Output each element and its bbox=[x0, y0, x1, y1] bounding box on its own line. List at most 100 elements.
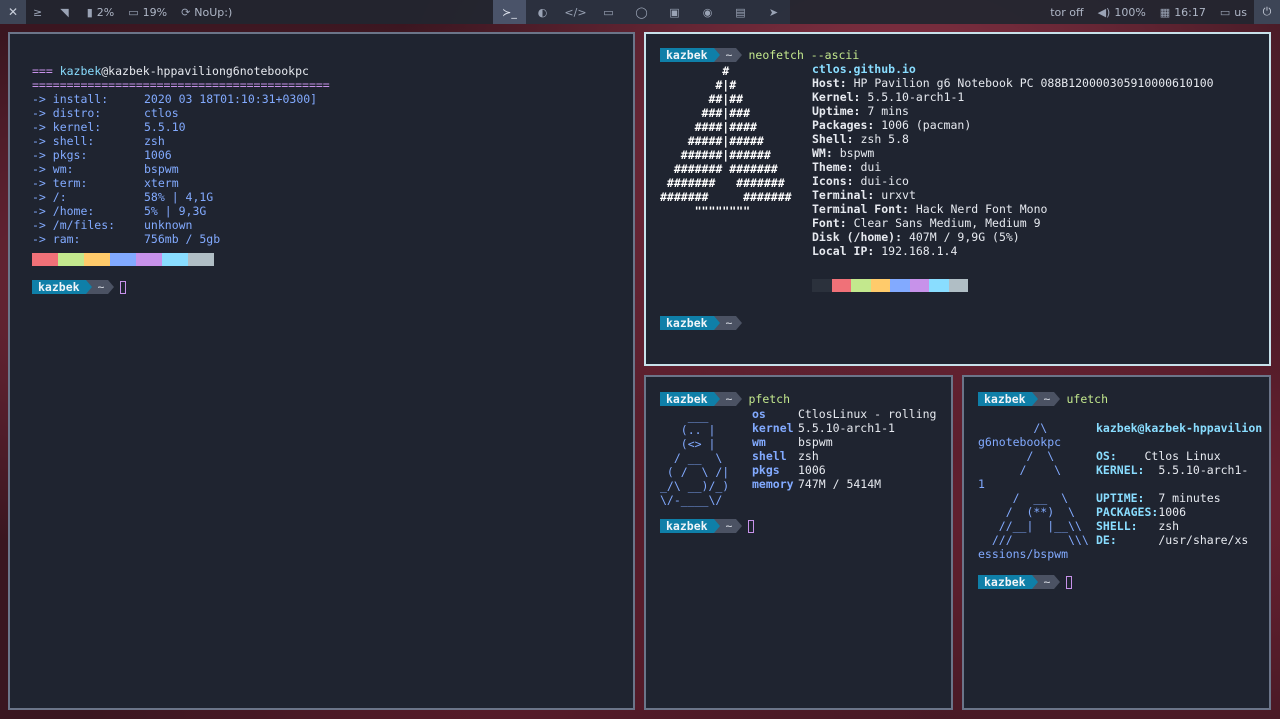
info-row: -> /home: 5% | 9,3G bbox=[32, 204, 330, 218]
info-key: -> shell: bbox=[32, 134, 95, 148]
bar-right-module-3[interactable]: ▭ us bbox=[1213, 0, 1254, 24]
workspace-4-icon[interactable]: ▭ bbox=[592, 0, 625, 24]
bar-module-icon: ⟳ bbox=[181, 5, 191, 19]
ufetch-row: /\ kazbek@kazbek-hppavilion bbox=[978, 421, 1262, 435]
info-rows: -> install: 2020 03 18T01:10:31+0300] -> d… bbox=[32, 92, 330, 246]
bar-module-4[interactable]: ⟳ NoUp:) bbox=[174, 0, 239, 24]
info-value: bspwm bbox=[839, 146, 875, 160]
color-swatch bbox=[110, 253, 136, 266]
info-value: 7 mins bbox=[867, 104, 909, 118]
info-key: SHELL: bbox=[1096, 519, 1138, 533]
ascii-line: #####|##### bbox=[660, 134, 764, 148]
terminal-window-neofetch[interactable]: kazbek ~ neofetch --ascii # #|# ##|## ###|… bbox=[644, 32, 1271, 366]
info-key: OS: bbox=[1096, 449, 1117, 463]
bar-module-icon: ▮ bbox=[86, 5, 93, 19]
terminal-window-info[interactable]: === kazbek@kazbek-hppaviliong6notebookpc… bbox=[8, 32, 635, 710]
ufetch-row: / (**) \ PACKAGES:1006 bbox=[978, 505, 1262, 519]
workspace-1-icon[interactable]: ≻_ bbox=[493, 0, 526, 24]
info-value: bspwm bbox=[798, 435, 833, 449]
info-key: memory bbox=[752, 477, 794, 491]
info-value: 1006 bbox=[798, 463, 826, 477]
info-separator: ========================================… bbox=[32, 78, 330, 92]
info-value: 1006 bbox=[144, 148, 172, 162]
pfetch-row: shell zsh bbox=[752, 449, 936, 463]
bar-module-0[interactable]: ≥ bbox=[26, 0, 53, 24]
info-row: -> install: 2020 03 18T01:10:31+0300] bbox=[32, 92, 330, 106]
info-key: -> kernel: bbox=[32, 120, 102, 134]
neofetch-row: Shell: zsh 5.8 bbox=[812, 132, 1214, 146]
workspace-7-icon[interactable]: ◉ bbox=[691, 0, 724, 24]
info-row: -> /: 58% | 4,1G bbox=[32, 190, 330, 204]
info-key: kazbek@kazbek-hppavilion bbox=[1096, 421, 1263, 435]
bar-module-1[interactable]: ◥ bbox=[53, 0, 79, 24]
cursor bbox=[120, 280, 127, 294]
workspace-6-icon[interactable]: ▣ bbox=[658, 0, 691, 24]
info-value: Hack Nerd Font Mono bbox=[915, 202, 1048, 216]
info-value: 747M / 5414M bbox=[798, 477, 882, 491]
bar-module-icon: ≥ bbox=[33, 5, 43, 19]
close-icon[interactable]: ✕ bbox=[0, 0, 26, 24]
workspace-8-icon[interactable]: ▤ bbox=[724, 0, 757, 24]
info-key: -> wm: bbox=[32, 162, 74, 176]
bar-module-3[interactable]: ▭ 19% bbox=[121, 0, 174, 24]
neofetch-row: Terminal Font: Hack Nerd Font Mono bbox=[812, 202, 1214, 216]
info-key: Uptime: bbox=[812, 104, 861, 118]
bar-module-2[interactable]: ▮ 2% bbox=[80, 0, 122, 24]
info-key: Kernel: bbox=[812, 90, 861, 104]
info-key: wm bbox=[752, 435, 766, 449]
bar-right-module-1[interactable]: ◀) 100% bbox=[1091, 0, 1153, 24]
info-value: 1006 bbox=[1158, 505, 1187, 519]
color-swatch bbox=[870, 279, 890, 292]
neofetch-title: ctlos.github.io bbox=[812, 62, 916, 76]
top-bar: ✕ ≥ ◥ ▮ 2% ▭ 19% ⟳ NoUp:) ≻_ ◐ </> ▭ ◯ ▣ ◉ ▤ ➤ tor off ◀… bbox=[0, 0, 1280, 24]
info-key: shell bbox=[752, 449, 787, 463]
ascii-line: ####### ####### bbox=[660, 162, 778, 176]
bar-module-text: 16:17 bbox=[1174, 5, 1206, 19]
workspace-3-icon[interactable]: </> bbox=[559, 0, 592, 24]
color-swatch bbox=[851, 279, 871, 292]
bar-module-icon: ◀) bbox=[1097, 5, 1111, 19]
shell-prompt: kazbek ~ ufetch bbox=[978, 392, 1108, 406]
bar-left-modules: ≥ ◥ ▮ 2% ▭ 19% ⟳ NoUp:) bbox=[26, 0, 239, 24]
info-value: ctlos bbox=[144, 106, 179, 120]
bar-module-text: NoUp:) bbox=[194, 5, 233, 19]
ascii-line: ( / \ /| bbox=[660, 465, 730, 479]
workspace-9-icon[interactable]: ➤ bbox=[757, 0, 790, 24]
terminal-window-ufetch[interactable]: kazbek ~ ufetch /\ kazbek@kazbek-hppavilio… bbox=[962, 375, 1271, 710]
neofetch-row: Terminal: urxvt bbox=[812, 188, 1214, 202]
info-value: 5.5.10 bbox=[144, 120, 186, 134]
bar-module-text: 100% bbox=[1114, 5, 1146, 19]
info-row: -> term: xterm bbox=[32, 176, 330, 190]
ascii-part: essions/bspwm bbox=[978, 547, 1069, 561]
bar-module-icon: ▦ bbox=[1159, 5, 1171, 19]
bar-right-module-2[interactable]: ▦ 16:17 bbox=[1153, 0, 1213, 24]
ufetch-row: / \ OS: Ctlos Linux bbox=[978, 449, 1262, 463]
ascii-line: """""""" bbox=[660, 204, 751, 218]
info-row: -> ram: 756mb / 5gb bbox=[32, 232, 330, 246]
info-value: 5% | 9,3G bbox=[144, 204, 207, 218]
power-icon[interactable]: ⏻ bbox=[1254, 0, 1280, 24]
neofetch-row: Icons: dui-ico bbox=[812, 174, 1214, 188]
cursor bbox=[748, 519, 755, 533]
cursor bbox=[1066, 575, 1073, 589]
info-value: urxvt bbox=[881, 188, 916, 202]
info-key: -> install: bbox=[32, 92, 109, 106]
info-key: pkgs bbox=[752, 463, 780, 477]
ascii-line: ___ bbox=[660, 409, 709, 423]
ascii-line: _/\ __)/_) bbox=[660, 479, 730, 493]
bar-right-module-0[interactable]: tor off bbox=[1039, 0, 1090, 24]
ascii-line: ###|### bbox=[660, 106, 751, 120]
info-value: CtlosLinux - rolling bbox=[798, 407, 937, 421]
terminal-window-pfetch[interactable]: kazbek ~ pfetch ___ (.. | (<> | / __ \ ( /… bbox=[644, 375, 953, 710]
color-swatch bbox=[948, 279, 968, 292]
shell-prompt: kazbek ~ bbox=[660, 519, 755, 533]
workspace-2-icon[interactable]: ◐ bbox=[526, 0, 559, 24]
ascii-line: #|# bbox=[660, 78, 737, 92]
neofetch-row: Kernel: 5.5.10-arch1-1 bbox=[812, 90, 1214, 104]
shell-prompt: kazbek ~ pfetch bbox=[660, 392, 790, 406]
ufetch-row: essions/bspwm bbox=[978, 547, 1262, 561]
workspace-5-icon[interactable]: ◯ bbox=[625, 0, 658, 24]
ascii-line: # bbox=[660, 64, 730, 78]
distro-ascii-logo: # #|# ##|## ###|### ####|#### #####|####… bbox=[660, 64, 792, 218]
info-value: dui bbox=[860, 160, 882, 174]
